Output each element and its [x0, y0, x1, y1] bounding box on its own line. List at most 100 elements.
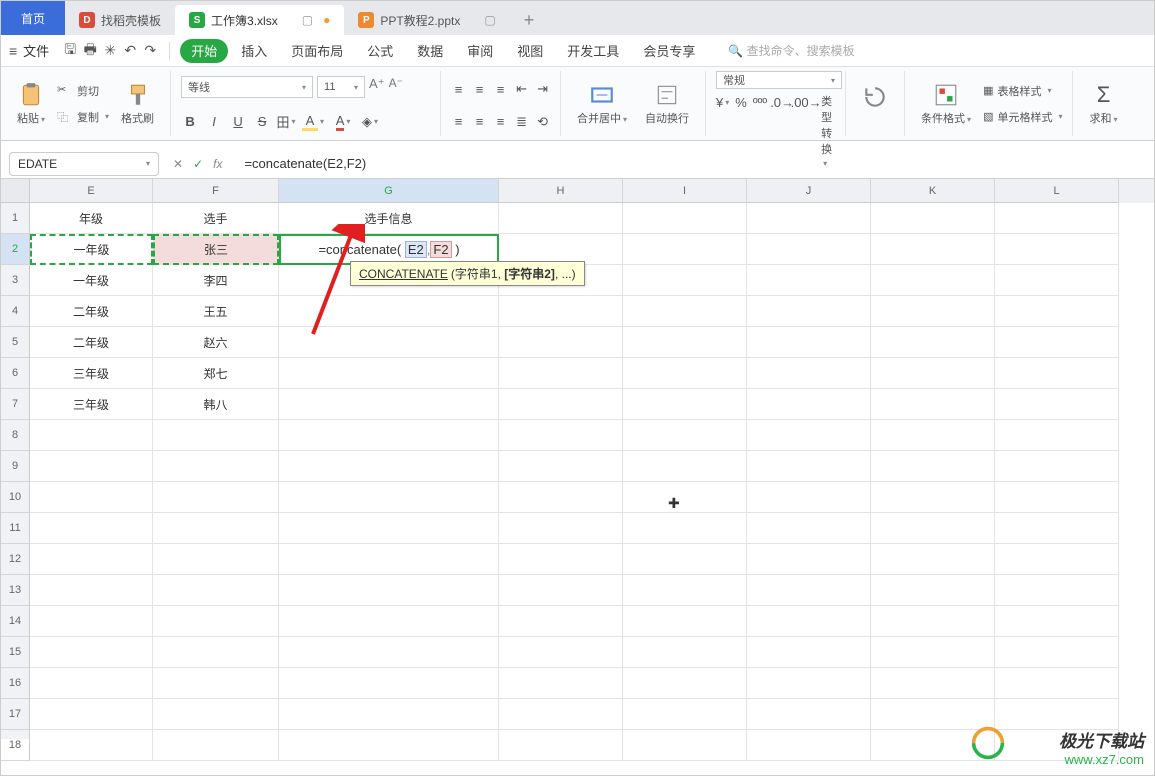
col-header[interactable]: K [871, 179, 995, 203]
cell[interactable] [623, 203, 747, 234]
cell[interactable] [747, 451, 871, 482]
cut-button[interactable]: 剪切 [57, 80, 109, 102]
cell[interactable] [995, 637, 1119, 668]
cell[interactable] [153, 420, 279, 451]
cell[interactable] [499, 668, 623, 699]
cell[interactable] [995, 327, 1119, 358]
hamburger-icon[interactable]: ≡ [9, 43, 17, 59]
shrink-font-icon[interactable]: A⁻ [389, 76, 403, 98]
cell[interactable] [153, 699, 279, 730]
tab-workbook[interactable]: S 工作簿3.xlsx ▢● [175, 5, 344, 35]
cell[interactable] [871, 327, 995, 358]
cell[interactable] [623, 451, 747, 482]
size-select[interactable]: 11▾ [317, 76, 365, 98]
table-style-button[interactable]: ▦ 表格样式▾ [983, 80, 1062, 102]
cell[interactable] [30, 575, 153, 606]
cell[interactable] [499, 730, 623, 761]
cell[interactable] [995, 482, 1119, 513]
fx-icon[interactable]: fx [213, 157, 222, 171]
col-header[interactable]: H [499, 179, 623, 203]
cell[interactable] [995, 389, 1119, 420]
cell[interactable] [871, 575, 995, 606]
cell[interactable] [279, 637, 499, 668]
cell[interactable] [871, 358, 995, 389]
preview-icon[interactable]: ✳ [101, 42, 119, 59]
cell[interactable] [995, 668, 1119, 699]
cell[interactable] [747, 699, 871, 730]
cell[interactable] [623, 358, 747, 389]
font-select[interactable]: 等线▾ [181, 76, 313, 98]
cell[interactable] [499, 358, 623, 389]
cell[interactable] [871, 234, 995, 265]
cell[interactable] [30, 482, 153, 513]
cell[interactable] [499, 327, 623, 358]
cell[interactable] [499, 420, 623, 451]
row-header[interactable]: 12 [1, 544, 30, 575]
align-center-icon[interactable]: ≡ [472, 113, 487, 131]
cell[interactable] [747, 544, 871, 575]
cell[interactable] [30, 730, 153, 761]
cell[interactable] [871, 203, 995, 234]
percent-icon[interactable]: % [735, 93, 747, 111]
cell[interactable] [623, 544, 747, 575]
cell[interactable] [30, 606, 153, 637]
indent-inc-icon[interactable]: ⇥ [535, 80, 550, 98]
col-header[interactable]: L [995, 179, 1119, 203]
row-header[interactable]: 13 [1, 575, 30, 606]
cell[interactable] [499, 296, 623, 327]
cell[interactable]: 一年级 [30, 234, 153, 265]
cell[interactable] [747, 296, 871, 327]
cell[interactable] [499, 606, 623, 637]
currency-icon[interactable]: ¥▾ [716, 93, 729, 111]
cell[interactable] [153, 451, 279, 482]
col-header[interactable]: I [623, 179, 747, 203]
row-header[interactable]: 14 [1, 606, 30, 637]
cell[interactable] [623, 730, 747, 761]
menu-data[interactable]: 数据 [406, 35, 454, 67]
align-justify-icon[interactable]: ≣ [514, 113, 529, 131]
cell[interactable] [747, 265, 871, 296]
cell[interactable] [279, 699, 499, 730]
sum-button[interactable]: Σ 求和▾ [1083, 82, 1123, 126]
cell[interactable] [499, 699, 623, 730]
inc-dec-icon[interactable]: .0→ [773, 93, 791, 111]
cell[interactable] [623, 234, 747, 265]
cell[interactable] [995, 513, 1119, 544]
accept-icon[interactable]: ✓ [193, 157, 203, 171]
align-bottom-icon[interactable]: ≡ [493, 80, 508, 98]
cell[interactable] [747, 234, 871, 265]
rotate-button[interactable] [856, 84, 894, 124]
row-header[interactable]: 4 [1, 296, 30, 327]
cell[interactable] [995, 451, 1119, 482]
cell[interactable] [995, 296, 1119, 327]
cond-format-button[interactable]: 条件格式▾ [915, 82, 977, 126]
cell[interactable]: 郑七 [153, 358, 279, 389]
row-header[interactable]: 10 [1, 482, 30, 513]
cell[interactable] [499, 575, 623, 606]
cell[interactable] [871, 668, 995, 699]
row-header[interactable]: 9 [1, 451, 30, 482]
cell[interactable] [499, 389, 623, 420]
cell[interactable] [747, 668, 871, 699]
cell[interactable] [995, 358, 1119, 389]
menu-insert[interactable]: 插入 [230, 35, 278, 67]
cell[interactable] [995, 234, 1119, 265]
cell[interactable] [747, 420, 871, 451]
cell[interactable] [279, 606, 499, 637]
cell[interactable] [279, 668, 499, 699]
save-icon[interactable]: 🖫 [61, 39, 79, 63]
row-header[interactable]: 5 [1, 327, 30, 358]
cell[interactable]: 赵六 [153, 327, 279, 358]
cell[interactable] [153, 482, 279, 513]
cell[interactable]: 二年级 [30, 296, 153, 327]
cell[interactable]: 李四 [153, 265, 279, 296]
cell[interactable] [871, 482, 995, 513]
italic-button[interactable]: I [205, 113, 223, 131]
cell[interactable] [747, 606, 871, 637]
align-right-icon[interactable]: ≡ [493, 113, 508, 131]
cell[interactable]: 王五 [153, 296, 279, 327]
cell[interactable] [279, 730, 499, 761]
cell[interactable] [623, 513, 747, 544]
cell[interactable]: 选手 [153, 203, 279, 234]
border-button[interactable]: 田▾ [277, 113, 295, 131]
